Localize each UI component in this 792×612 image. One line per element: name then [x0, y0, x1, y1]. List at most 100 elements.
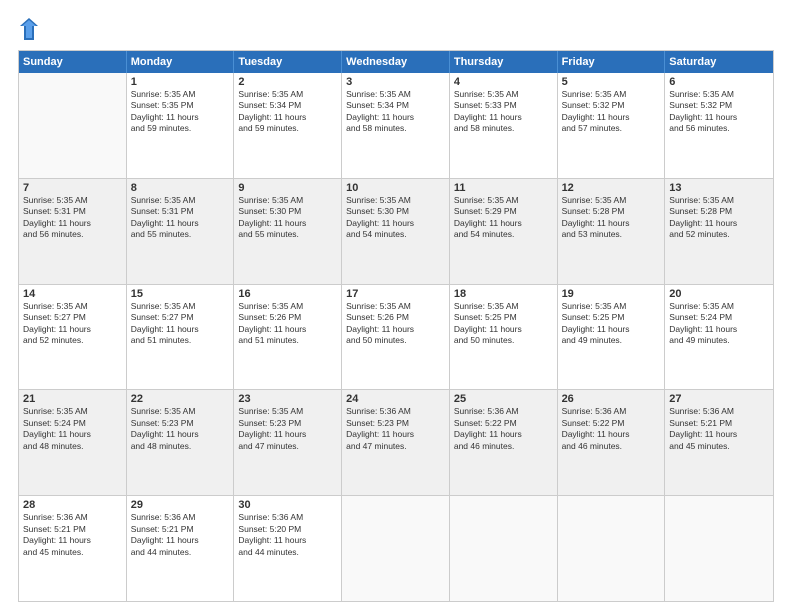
cell-info: Sunrise: 5:36 AMSunset: 5:22 PMDaylight:…	[562, 406, 661, 452]
day-number: 12	[562, 182, 661, 194]
header-day-tuesday: Tuesday	[234, 51, 342, 73]
logo	[18, 18, 42, 40]
cell-info: Sunrise: 5:35 AMSunset: 5:31 PMDaylight:…	[23, 195, 122, 241]
calendar-cell	[665, 496, 773, 601]
calendar-cell: 14Sunrise: 5:35 AMSunset: 5:27 PMDayligh…	[19, 285, 127, 390]
day-number: 1	[131, 76, 230, 88]
header-day-wednesday: Wednesday	[342, 51, 450, 73]
cell-info: Sunrise: 5:35 AMSunset: 5:33 PMDaylight:…	[454, 89, 553, 135]
calendar-cell: 12Sunrise: 5:35 AMSunset: 5:28 PMDayligh…	[558, 179, 666, 284]
calendar-cell: 7Sunrise: 5:35 AMSunset: 5:31 PMDaylight…	[19, 179, 127, 284]
calendar-cell: 4Sunrise: 5:35 AMSunset: 5:33 PMDaylight…	[450, 73, 558, 178]
cell-info: Sunrise: 5:36 AMSunset: 5:21 PMDaylight:…	[131, 512, 230, 558]
day-number: 28	[23, 499, 122, 511]
day-number: 17	[346, 288, 445, 300]
day-number: 5	[562, 76, 661, 88]
calendar-cell: 16Sunrise: 5:35 AMSunset: 5:26 PMDayligh…	[234, 285, 342, 390]
calendar-cell: 6Sunrise: 5:35 AMSunset: 5:32 PMDaylight…	[665, 73, 773, 178]
cell-info: Sunrise: 5:36 AMSunset: 5:21 PMDaylight:…	[23, 512, 122, 558]
cell-info: Sunrise: 5:35 AMSunset: 5:25 PMDaylight:…	[562, 301, 661, 347]
day-number: 7	[23, 182, 122, 194]
calendar-cell: 27Sunrise: 5:36 AMSunset: 5:21 PMDayligh…	[665, 390, 773, 495]
day-number: 24	[346, 393, 445, 405]
cell-info: Sunrise: 5:36 AMSunset: 5:22 PMDaylight:…	[454, 406, 553, 452]
calendar-cell: 29Sunrise: 5:36 AMSunset: 5:21 PMDayligh…	[127, 496, 235, 601]
header-day-sunday: Sunday	[19, 51, 127, 73]
day-number: 11	[454, 182, 553, 194]
calendar-body: 1Sunrise: 5:35 AMSunset: 5:35 PMDaylight…	[19, 73, 773, 601]
day-number: 14	[23, 288, 122, 300]
calendar-cell: 1Sunrise: 5:35 AMSunset: 5:35 PMDaylight…	[127, 73, 235, 178]
cell-info: Sunrise: 5:35 AMSunset: 5:24 PMDaylight:…	[669, 301, 769, 347]
cell-info: Sunrise: 5:35 AMSunset: 5:32 PMDaylight:…	[669, 89, 769, 135]
day-number: 2	[238, 76, 337, 88]
calendar-cell	[558, 496, 666, 601]
header-day-saturday: Saturday	[665, 51, 773, 73]
day-number: 3	[346, 76, 445, 88]
cell-info: Sunrise: 5:35 AMSunset: 5:29 PMDaylight:…	[454, 195, 553, 241]
day-number: 6	[669, 76, 769, 88]
cell-info: Sunrise: 5:35 AMSunset: 5:23 PMDaylight:…	[131, 406, 230, 452]
day-number: 20	[669, 288, 769, 300]
cell-info: Sunrise: 5:35 AMSunset: 5:26 PMDaylight:…	[346, 301, 445, 347]
calendar-cell: 15Sunrise: 5:35 AMSunset: 5:27 PMDayligh…	[127, 285, 235, 390]
calendar-row-1: 1Sunrise: 5:35 AMSunset: 5:35 PMDaylight…	[19, 73, 773, 179]
calendar-cell: 8Sunrise: 5:35 AMSunset: 5:31 PMDaylight…	[127, 179, 235, 284]
calendar-cell: 22Sunrise: 5:35 AMSunset: 5:23 PMDayligh…	[127, 390, 235, 495]
calendar-cell: 19Sunrise: 5:35 AMSunset: 5:25 PMDayligh…	[558, 285, 666, 390]
header-day-thursday: Thursday	[450, 51, 558, 73]
cell-info: Sunrise: 5:35 AMSunset: 5:30 PMDaylight:…	[346, 195, 445, 241]
cell-info: Sunrise: 5:35 AMSunset: 5:26 PMDaylight:…	[238, 301, 337, 347]
calendar-header: SundayMondayTuesdayWednesdayThursdayFrid…	[19, 51, 773, 73]
cell-info: Sunrise: 5:36 AMSunset: 5:23 PMDaylight:…	[346, 406, 445, 452]
day-number: 16	[238, 288, 337, 300]
cell-info: Sunrise: 5:35 AMSunset: 5:25 PMDaylight:…	[454, 301, 553, 347]
day-number: 10	[346, 182, 445, 194]
header	[18, 18, 774, 40]
cell-info: Sunrise: 5:35 AMSunset: 5:35 PMDaylight:…	[131, 89, 230, 135]
day-number: 22	[131, 393, 230, 405]
cell-info: Sunrise: 5:35 AMSunset: 5:28 PMDaylight:…	[562, 195, 661, 241]
calendar-cell	[19, 73, 127, 178]
calendar-cell: 13Sunrise: 5:35 AMSunset: 5:28 PMDayligh…	[665, 179, 773, 284]
day-number: 25	[454, 393, 553, 405]
calendar-cell: 28Sunrise: 5:36 AMSunset: 5:21 PMDayligh…	[19, 496, 127, 601]
day-number: 26	[562, 393, 661, 405]
day-number: 18	[454, 288, 553, 300]
day-number: 4	[454, 76, 553, 88]
cell-info: Sunrise: 5:35 AMSunset: 5:23 PMDaylight:…	[238, 406, 337, 452]
calendar-cell: 18Sunrise: 5:35 AMSunset: 5:25 PMDayligh…	[450, 285, 558, 390]
cell-info: Sunrise: 5:35 AMSunset: 5:27 PMDaylight:…	[23, 301, 122, 347]
calendar-cell: 26Sunrise: 5:36 AMSunset: 5:22 PMDayligh…	[558, 390, 666, 495]
day-number: 23	[238, 393, 337, 405]
day-number: 9	[238, 182, 337, 194]
day-number: 13	[669, 182, 769, 194]
calendar-cell: 21Sunrise: 5:35 AMSunset: 5:24 PMDayligh…	[19, 390, 127, 495]
cell-info: Sunrise: 5:35 AMSunset: 5:34 PMDaylight:…	[346, 89, 445, 135]
calendar-cell: 5Sunrise: 5:35 AMSunset: 5:32 PMDaylight…	[558, 73, 666, 178]
cell-info: Sunrise: 5:35 AMSunset: 5:32 PMDaylight:…	[562, 89, 661, 135]
header-day-monday: Monday	[127, 51, 235, 73]
calendar-cell: 2Sunrise: 5:35 AMSunset: 5:34 PMDaylight…	[234, 73, 342, 178]
calendar-row-4: 21Sunrise: 5:35 AMSunset: 5:24 PMDayligh…	[19, 390, 773, 496]
page: SundayMondayTuesdayWednesdayThursdayFrid…	[0, 0, 792, 612]
header-day-friday: Friday	[558, 51, 666, 73]
cell-info: Sunrise: 5:35 AMSunset: 5:30 PMDaylight:…	[238, 195, 337, 241]
calendar-cell: 9Sunrise: 5:35 AMSunset: 5:30 PMDaylight…	[234, 179, 342, 284]
calendar-cell: 10Sunrise: 5:35 AMSunset: 5:30 PMDayligh…	[342, 179, 450, 284]
cell-info: Sunrise: 5:35 AMSunset: 5:28 PMDaylight:…	[669, 195, 769, 241]
cell-info: Sunrise: 5:36 AMSunset: 5:20 PMDaylight:…	[238, 512, 337, 558]
day-number: 8	[131, 182, 230, 194]
calendar-cell: 23Sunrise: 5:35 AMSunset: 5:23 PMDayligh…	[234, 390, 342, 495]
calendar-row-5: 28Sunrise: 5:36 AMSunset: 5:21 PMDayligh…	[19, 496, 773, 601]
day-number: 27	[669, 393, 769, 405]
calendar-row-2: 7Sunrise: 5:35 AMSunset: 5:31 PMDaylight…	[19, 179, 773, 285]
calendar-cell: 11Sunrise: 5:35 AMSunset: 5:29 PMDayligh…	[450, 179, 558, 284]
calendar-cell	[342, 496, 450, 601]
calendar-cell: 3Sunrise: 5:35 AMSunset: 5:34 PMDaylight…	[342, 73, 450, 178]
calendar-cell: 17Sunrise: 5:35 AMSunset: 5:26 PMDayligh…	[342, 285, 450, 390]
calendar-cell: 25Sunrise: 5:36 AMSunset: 5:22 PMDayligh…	[450, 390, 558, 495]
logo-icon	[20, 18, 38, 40]
calendar-cell: 30Sunrise: 5:36 AMSunset: 5:20 PMDayligh…	[234, 496, 342, 601]
day-number: 30	[238, 499, 337, 511]
